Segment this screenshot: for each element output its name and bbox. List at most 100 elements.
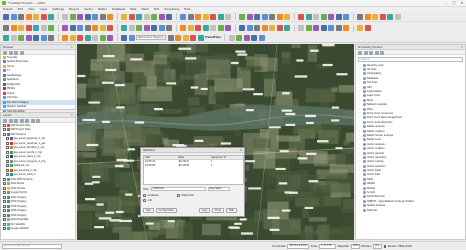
- tool-16-icon[interactable]: [128, 13, 135, 20]
- layer-visibility-checkbox[interactable]: [3, 123, 6, 127]
- tool-5-icon[interactable]: [33, 34, 39, 41]
- chevron-right-icon[interactable]: ›: [359, 204, 361, 207]
- tool-28-icon[interactable]: [225, 13, 231, 20]
- tool-3-icon[interactable]: [18, 34, 24, 41]
- chevron-right-icon[interactable]: ›: [359, 187, 361, 190]
- layer-item[interactable]: Google Satellite: [1, 227, 75, 232]
- layer-visibility-checkbox[interactable]: [3, 177, 6, 181]
- tool-29-icon[interactable]: [239, 25, 245, 31]
- layer-visibility-checkbox[interactable]: [6, 137, 9, 141]
- tool-4-icon[interactable]: [25, 34, 32, 41]
- tool-12-icon[interactable]: [92, 34, 98, 41]
- layer-visibility-checkbox[interactable]: [6, 146, 9, 150]
- style-icon[interactable]: [3, 118, 7, 123]
- close-button[interactable]: Close: [211, 208, 225, 213]
- tool-27-icon[interactable]: [217, 13, 224, 20]
- tool-10-icon[interactable]: [77, 13, 83, 20]
- tool-14-icon[interactable]: [107, 13, 113, 20]
- tool-15-icon[interactable]: [121, 34, 127, 41]
- layer-visibility-checkbox[interactable]: [3, 195, 6, 199]
- layer-visibility-checkbox[interactable]: [3, 200, 6, 204]
- layer-visibility-checkbox[interactable]: [3, 132, 6, 136]
- tool-19-icon[interactable]: [182, 34, 189, 41]
- configuration-button[interactable]: Configuration: [155, 208, 178, 213]
- chevron-right-icon[interactable]: ›: [359, 173, 361, 176]
- tool-46-icon[interactable]: [379, 13, 386, 20]
- ellipsoidal-radio[interactable]: [177, 194, 180, 197]
- chevron-right-icon[interactable]: ›: [359, 138, 361, 141]
- tool-7-icon[interactable]: [48, 34, 54, 41]
- tool-11-icon[interactable]: [84, 34, 91, 41]
- layer-visibility-checkbox[interactable]: [6, 155, 9, 159]
- units-select[interactable]: Kilometers: [207, 187, 230, 191]
- tool-7-icon[interactable]: [48, 25, 54, 31]
- chevron-right-icon[interactable]: ›: [359, 72, 361, 75]
- tool-47-icon[interactable]: [387, 13, 393, 20]
- help-button[interactable]: Help: [225, 208, 237, 213]
- tool-18-icon[interactable]: [143, 25, 150, 31]
- tool-12-icon[interactable]: [92, 13, 98, 20]
- tool-39-icon[interactable]: [320, 25, 327, 31]
- chevron-right-icon[interactable]: ›: [359, 68, 361, 71]
- tool-32-icon[interactable]: [261, 13, 268, 20]
- traveltime-label[interactable]: TravelTime: [205, 36, 221, 39]
- tool-22-icon[interactable]: [180, 25, 186, 31]
- tool-44-icon[interactable]: [364, 13, 371, 20]
- tool-3-icon[interactable]: [18, 13, 24, 20]
- tool-24-icon[interactable]: [195, 25, 201, 31]
- layer-visibility-checkbox[interactable]: [6, 168, 9, 172]
- tool-17-icon[interactable]: [136, 13, 142, 20]
- tool-22-icon[interactable]: [180, 13, 186, 20]
- tool-39-icon[interactable]: [320, 13, 327, 20]
- tool-15-icon[interactable]: [121, 25, 127, 31]
- layer-visibility-checkbox[interactable]: [6, 164, 9, 168]
- tool-14-icon[interactable]: [107, 34, 113, 41]
- tool-29-icon[interactable]: [239, 13, 245, 20]
- close-dialog-icon[interactable]: ×: [240, 148, 242, 153]
- tool-27-icon[interactable]: [217, 25, 224, 31]
- chevron-right-icon[interactable]: ›: [359, 116, 361, 119]
- tool-35-icon[interactable]: [284, 25, 290, 31]
- minimize-button[interactable]: –: [444, 1, 448, 5]
- tool-36-icon[interactable]: [298, 25, 304, 31]
- tool-16-icon[interactable]: [128, 34, 135, 41]
- tool-38-icon[interactable]: [313, 25, 319, 31]
- chevron-right-icon[interactable]: ›: [359, 191, 361, 194]
- toolbox-group[interactable]: › Sketcher: [356, 208, 465, 212]
- layer-visibility-checkbox[interactable]: [3, 128, 6, 132]
- results-icon[interactable]: [369, 50, 373, 55]
- layer-visibility-checkbox[interactable]: [3, 222, 6, 226]
- tool-2-icon[interactable]: [10, 25, 17, 31]
- tool-26-icon[interactable]: [210, 25, 216, 31]
- filter-icon[interactable]: [19, 118, 24, 123]
- tool-21-icon[interactable]: [166, 25, 172, 31]
- layer-visibility-checkbox[interactable]: [3, 186, 6, 190]
- chevron-right-icon[interactable]: ›: [359, 81, 361, 84]
- tool-1-icon[interactable]: [3, 13, 9, 20]
- tool-2-icon[interactable]: [10, 34, 17, 41]
- tool-9-icon[interactable]: [69, 34, 76, 41]
- tool-12-icon[interactable]: [92, 25, 98, 31]
- chevron-right-icon[interactable]: ›: [359, 64, 361, 67]
- tool-42-icon[interactable]: [343, 13, 349, 20]
- tool-21-icon[interactable]: [197, 34, 204, 41]
- close-panel-icon[interactable]: ×: [71, 45, 73, 50]
- chevron-right-icon[interactable]: ›: [359, 147, 361, 150]
- tool-26-icon[interactable]: [210, 13, 216, 20]
- refresh-icon[interactable]: [3, 50, 7, 55]
- tool-38-icon[interactable]: [313, 13, 319, 20]
- tool-33-icon[interactable]: [269, 25, 275, 31]
- tool-10-icon[interactable]: [77, 25, 83, 31]
- tool-22-icon[interactable]: [228, 34, 235, 41]
- tool-31-icon[interactable]: [254, 13, 260, 20]
- tool-6-icon[interactable]: [40, 34, 47, 41]
- layer-visibility-checkbox[interactable]: [3, 182, 6, 186]
- tool-6-icon[interactable]: [40, 25, 47, 31]
- crs-button[interactable]: EPSG:4326: [398, 245, 412, 248]
- tool-25-icon[interactable]: [202, 13, 209, 20]
- expand-icon[interactable]: [25, 118, 29, 123]
- chevron-right-icon[interactable]: ›: [359, 103, 361, 106]
- chevron-right-icon[interactable]: ›: [359, 125, 361, 128]
- tool-11-icon[interactable]: [84, 25, 91, 31]
- chevron-right-icon[interactable]: ›: [359, 209, 361, 212]
